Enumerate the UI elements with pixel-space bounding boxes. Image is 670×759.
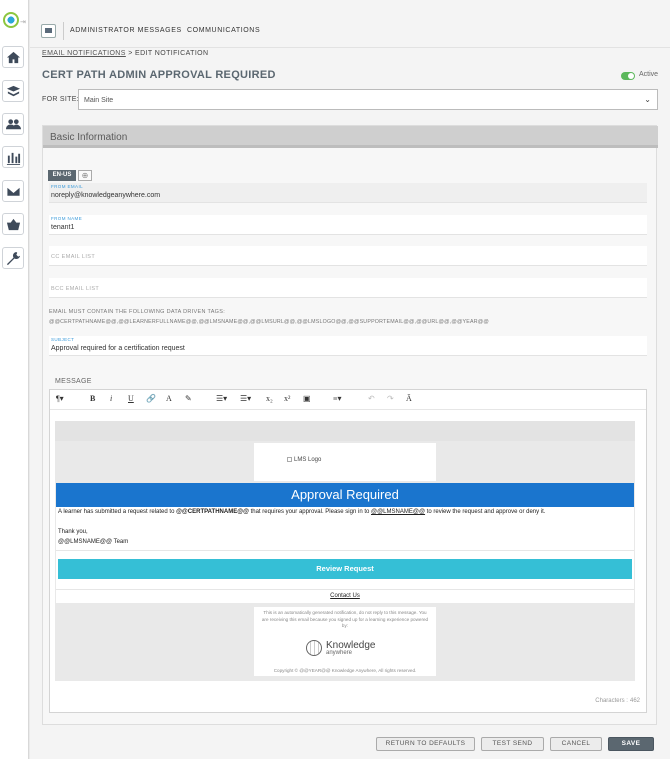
form-actions: RETURN TO DEFAULTS TEST SEND CANCEL SAVE xyxy=(30,728,670,759)
required-tags-label: EMAIL MUST CONTAIN THE FOLLOWING DATA DR… xyxy=(49,309,226,315)
courses-icon[interactable] xyxy=(2,80,24,102)
collapse-icon[interactable]: ⇥ xyxy=(20,18,26,26)
add-language-icon[interactable]: ⊕ xyxy=(78,170,92,181)
from-email-label: FROM EMAIL xyxy=(51,184,84,189)
home-icon[interactable] xyxy=(2,46,24,68)
reports-icon[interactable] xyxy=(2,146,24,168)
for-site-label: FOR SITE: xyxy=(42,96,79,103)
subscript-button[interactable]: x₂ xyxy=(266,394,273,403)
character-count: Characters :462 xyxy=(593,698,640,704)
redo-icon[interactable]: ↷ xyxy=(387,394,394,403)
breadcrumb-email-notifications[interactable]: EMAIL NOTIFICATIONS xyxy=(42,50,126,57)
email-divider xyxy=(56,550,634,551)
from-name-field[interactable]: FROM NAME tenant1 xyxy=(49,215,647,235)
lms-logo-image: LMS Logo xyxy=(287,457,321,463)
paragraph-format-button[interactable]: ¶▾ xyxy=(56,394,64,403)
insert-image-icon[interactable]: ▣ xyxy=(303,394,311,403)
email-header-strip xyxy=(55,421,635,441)
from-name-value: tenant1 xyxy=(51,224,75,231)
chevron-down-icon: ⌄ xyxy=(644,95,651,104)
breadcrumb-current: EDIT NOTIFICATION xyxy=(135,50,209,57)
character-count-value: 462 xyxy=(629,698,640,704)
breadcrumb: EMAIL NOTIFICATIONS > EDIT NOTIFICATION xyxy=(42,50,208,57)
messages-icon[interactable] xyxy=(2,180,24,202)
font-color-icon[interactable]: A xyxy=(166,394,172,403)
page-title: CERT PATH ADMIN APPROVAL REQUIRED xyxy=(42,69,276,81)
site-select-value: Main Site xyxy=(84,97,114,104)
admin-messages-icon[interactable] xyxy=(41,24,56,38)
panel-header[interactable]: Basic Information xyxy=(43,126,658,148)
brand-subname: anywhere xyxy=(326,650,353,656)
email-body: A learner has submitted a request relate… xyxy=(56,507,634,603)
from-email-value: noreply@knowledgeanywhere.com xyxy=(51,192,161,199)
basic-information-panel: Basic Information EN-US ⊕ FROM EMAIL nor… xyxy=(42,125,658,725)
align-button[interactable]: ≡▾ xyxy=(333,394,342,403)
main-content: ADMINISTRATOR MESSAGES COMMUNICATIONS EM… xyxy=(30,0,670,759)
email-signature: @@LMSNAME@@ Team xyxy=(58,539,129,545)
email-banner: Approval Required xyxy=(56,483,634,507)
character-count-label: Characters : xyxy=(595,698,628,704)
highlight-icon[interactable]: ✎ xyxy=(185,394,192,403)
brand-logo-icon[interactable] xyxy=(3,12,19,28)
top-bar: ADMINISTRATOR MESSAGES COMMUNICATIONS xyxy=(30,0,670,48)
bcc-email-placeholder: BCC EMAIL LIST xyxy=(51,286,100,292)
active-label: Active xyxy=(639,71,659,78)
cc-email-placeholder: CC EMAIL LIST xyxy=(51,254,96,260)
save-button[interactable]: SAVE xyxy=(608,737,654,751)
cancel-button[interactable]: CANCEL xyxy=(550,737,602,751)
link-icon[interactable]: 🔗 xyxy=(146,394,156,403)
active-toggle[interactable] xyxy=(621,72,635,80)
message-editor[interactable]: ¶▾ B i U 🔗 A ✎ ☰▾ ☰▾ x₂ x² ▣ ≡▾ ↶ ↷ Ā LM… xyxy=(49,389,647,713)
settings-wrench-icon[interactable] xyxy=(2,247,24,269)
sidebar: ⇥ xyxy=(0,0,29,759)
message-label: MESSAGE xyxy=(55,378,92,385)
review-request-button[interactable]: Review Request xyxy=(58,559,632,579)
italic-button[interactable]: i xyxy=(110,394,112,403)
cc-email-field[interactable]: CC EMAIL LIST xyxy=(49,246,647,266)
knowledge-anywhere-logo: Knowledge anywhere xyxy=(306,638,386,658)
email-footer: This is an automatically generated notif… xyxy=(254,607,436,676)
superscript-button[interactable]: x² xyxy=(284,394,290,403)
users-icon[interactable] xyxy=(2,113,24,135)
email-copyright: Copyright © @@YEAR@@ Knowledge Anywhere,… xyxy=(273,668,417,673)
site-select[interactable]: Main Site ⌄ xyxy=(78,89,658,110)
email-preview-canvas[interactable]: LMS Logo Approval Required A learner has… xyxy=(55,421,635,681)
from-email-field[interactable]: FROM EMAIL noreply@knowledgeanywhere.com xyxy=(49,183,647,203)
email-thanks: Thank you, xyxy=(58,529,88,535)
editor-toolbar: ¶▾ B i U 🔗 A ✎ ☰▾ ☰▾ x₂ x² ▣ ≡▾ ↶ ↷ Ā xyxy=(50,390,646,410)
from-name-label: FROM NAME xyxy=(51,216,83,221)
unordered-list-button[interactable]: ☰▾ xyxy=(240,394,251,403)
test-send-button[interactable]: TEST SEND xyxy=(481,737,544,751)
undo-icon[interactable]: ↶ xyxy=(368,394,375,403)
subject-field[interactable]: SUBJECT Approval required for a certific… xyxy=(49,336,647,356)
required-tags-list: @@CERTPATHNAME@@,@@LEARNERFULLNAME@@,@@L… xyxy=(49,319,489,325)
email-logo-box: LMS Logo xyxy=(254,443,436,481)
email-footnote: This is an automatically generated notif… xyxy=(261,610,429,628)
tab-administrator-messages[interactable]: ADMINISTRATOR MESSAGES xyxy=(70,27,182,34)
globe-icon xyxy=(306,640,322,656)
contact-us-link[interactable]: Contact Us xyxy=(56,593,634,599)
breadcrumb-separator: > xyxy=(128,50,133,57)
bold-button[interactable]: B xyxy=(90,394,95,403)
email-body-text: A learner has submitted a request relate… xyxy=(58,509,546,515)
email-divider xyxy=(56,589,634,590)
topbar-divider xyxy=(63,22,64,40)
tab-communications[interactable]: COMMUNICATIONS xyxy=(187,27,260,34)
clear-format-icon[interactable]: Ā xyxy=(406,394,412,403)
underline-button[interactable]: U xyxy=(128,394,134,403)
subject-label: SUBJECT xyxy=(51,337,75,342)
bcc-email-field[interactable]: BCC EMAIL LIST xyxy=(49,278,647,298)
subject-value: Approval required for a certification re… xyxy=(51,345,185,352)
store-basket-icon[interactable] xyxy=(2,213,24,235)
ordered-list-button[interactable]: ☰▾ xyxy=(216,394,227,403)
return-to-defaults-button[interactable]: RETURN TO DEFAULTS xyxy=(376,737,475,751)
tab-language-en-us[interactable]: EN-US xyxy=(48,170,76,181)
panel-title: Basic Information xyxy=(50,132,128,143)
